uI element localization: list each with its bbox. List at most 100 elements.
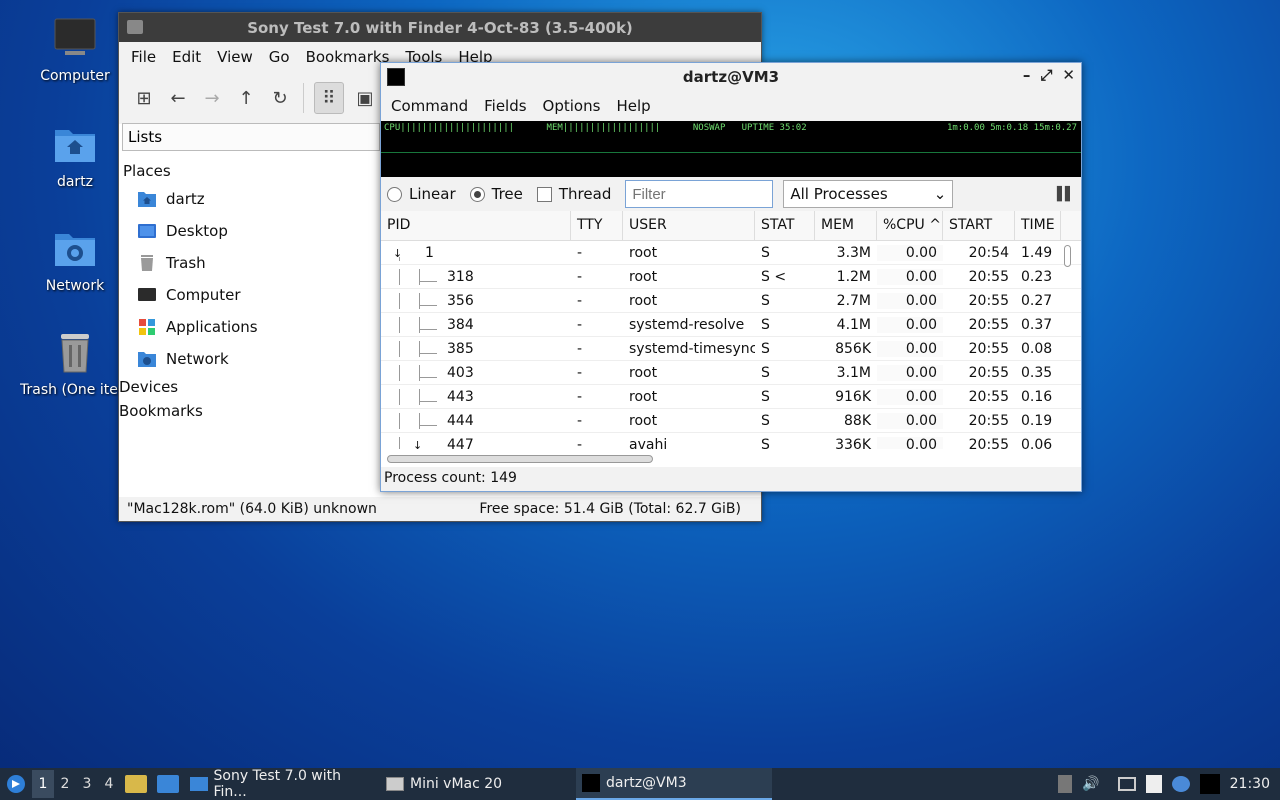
toolbar-separator [303,83,304,113]
sidebar-item-home[interactable]: dartz [123,183,381,215]
maximize-icon[interactable]: ⤢ [1040,66,1052,84]
menu-file[interactable]: File [123,48,164,66]
thumbnail-view-icon[interactable]: ▣ [352,85,378,111]
process-table[interactable]: ↓ 1 - root S 3.3M 0.00 20:54 1.49 318 - r… [381,241,1081,449]
vertical-scrollbar[interactable] [1064,245,1071,267]
radio-button[interactable] [469,186,485,202]
column-cpu[interactable]: %CPU ^ [877,211,943,240]
workspace-4[interactable]: 4 [98,770,120,798]
menu-options[interactable]: Options [535,97,609,115]
tree-radio[interactable]: Tree [469,185,523,203]
terminal-icon [582,774,600,792]
places-header[interactable]: Places [123,159,381,183]
new-tab-icon[interactable]: ⊞ [131,85,157,111]
thread-checkbox[interactable]: Thread [536,185,612,203]
volume-icon[interactable]: 🔊 [1082,776,1099,792]
stat-cell: S [761,412,770,429]
filter-input[interactable] [625,180,774,208]
show-desktop-icon[interactable] [157,775,179,793]
path-bar[interactable]: Lists [122,123,380,151]
notification-area-icon[interactable] [1058,775,1073,793]
clock[interactable]: 21:30 [1230,776,1270,792]
clipboard-icon[interactable] [1145,775,1162,793]
task-file-manager[interactable]: Sony Test 7.0 with Fin... [184,768,380,800]
icon-view-icon[interactable]: ⠿ [314,82,344,114]
column-user[interactable]: USER [623,211,755,240]
bookmarks-header[interactable]: Bookmarks [119,399,381,423]
desktop-icon-network[interactable]: Network [20,226,130,294]
menu-edit[interactable]: Edit [164,48,209,66]
expander-icon[interactable]: ↓ [393,247,402,260]
devices-header[interactable]: Devices [119,375,381,399]
column-start[interactable]: START [943,211,1015,240]
task-mini-vmac[interactable]: Mini vMac 20 [380,768,576,800]
tty-cell: - [577,292,583,309]
start-cell: 20:55 [968,388,1009,405]
thread-label: Thread [558,185,612,203]
horizontal-scrollbar[interactable] [387,455,653,463]
user-cell: root [629,364,658,381]
back-arrow-icon[interactable]: ← [165,85,191,111]
start-cell: 20:55 [968,340,1009,357]
column-pid[interactable]: PID [381,211,571,240]
desktop-icon-computer[interactable]: Computer [20,16,130,84]
tree-line [419,292,420,309]
checkbox[interactable] [536,186,552,202]
network-status-icon[interactable] [1117,777,1136,791]
stat-cell: S [761,364,770,381]
column-time[interactable]: TIME [1015,211,1061,240]
pause-icon[interactable]: ▌▌ [1057,187,1075,202]
table-row[interactable]: ↓ 1 - root S 3.3M 0.00 20:54 1.49 [381,241,1081,265]
workspace-3[interactable]: 3 [76,770,98,798]
column-mem[interactable]: MEM [815,211,877,240]
menu-fields[interactable]: Fields [476,97,534,115]
file-manager-launcher-icon[interactable] [125,775,147,793]
table-row[interactable]: 318 - root S < 1.2M 0.00 20:55 0.23 [381,265,1081,289]
sidebar-item-trash[interactable]: Trash [123,247,381,279]
reload-icon[interactable]: ↻ [267,85,293,111]
column-tty[interactable]: TTY [571,211,623,240]
expander-icon[interactable]: ↓ [413,439,422,450]
table-row[interactable]: 444 - root S 88K 0.00 20:55 0.19 [381,409,1081,433]
tree-branch [419,376,437,378]
sidebar-item-desktop[interactable]: Desktop [123,215,381,247]
workspace-2[interactable]: 2 [54,770,76,798]
update-notifier-icon[interactable] [1171,776,1190,792]
radio-button[interactable] [387,186,402,202]
sidebar-item-network[interactable]: Network [123,343,381,375]
tty-cell: - [577,340,583,357]
system-usage-graph: CPU||||||||||||||||||||| MEM||||||||||||… [381,121,1081,177]
process-filter-select[interactable]: All Processes ⌄ [783,180,954,208]
terminal-tray-icon[interactable] [1199,774,1220,794]
table-row[interactable]: 356 - root S 2.7M 0.00 20:55 0.27 [381,289,1081,313]
menu-help[interactable]: Help [608,97,658,115]
sidebar-item-applications[interactable]: Applications [123,311,381,343]
menu-view[interactable]: View [209,48,261,66]
desktop-icon-trash[interactable]: Trash (One item) [20,330,130,398]
workspace-1[interactable]: 1 [32,770,54,798]
file-manager-titlebar[interactable]: Sony Test 7.0 with Finder 4-Oct-83 (3.5-… [119,13,761,42]
menu-go[interactable]: Go [261,48,298,66]
start-menu-icon[interactable] [0,768,32,800]
task-task-manager[interactable]: dartz@VM3 [576,768,772,800]
table-row[interactable]: 443 - root S 916K 0.00 20:55 0.16 [381,385,1081,409]
tree-line [399,268,400,285]
menu-command[interactable]: Command [383,97,476,115]
task-manager-titlebar[interactable]: dartz@VM3 – ⤢ ✕ [381,63,1081,91]
up-arrow-icon[interactable]: ↑ [233,85,259,111]
folder-icon [190,777,208,791]
table-row[interactable]: ↓ 447 - avahi S 336K 0.00 20:55 0.06 [381,433,1081,449]
task-manager-window[interactable]: dartz@VM3 – ⤢ ✕ Command Fields Options H… [380,62,1082,492]
forward-arrow-icon[interactable]: → [199,85,225,111]
pid-value: 444 [447,412,474,429]
sidebar-item-computer[interactable]: Computer [123,279,381,311]
table-row[interactable]: 385 - systemd-timesync S 856K 0.00 20:55… [381,337,1081,361]
linear-radio[interactable]: Linear [387,185,456,203]
desktop-icon-home[interactable]: dartz [20,122,130,190]
table-row[interactable]: 403 - root S 3.1M 0.00 20:55 0.35 [381,361,1081,385]
table-row[interactable]: 384 - systemd-resolve S 4.1M 0.00 20:55 … [381,313,1081,337]
column-stat[interactable]: STAT [755,211,815,240]
close-icon[interactable]: ✕ [1062,66,1075,84]
minimize-icon[interactable]: – [1023,66,1031,84]
sidebar-item-label: Trash [166,254,206,272]
